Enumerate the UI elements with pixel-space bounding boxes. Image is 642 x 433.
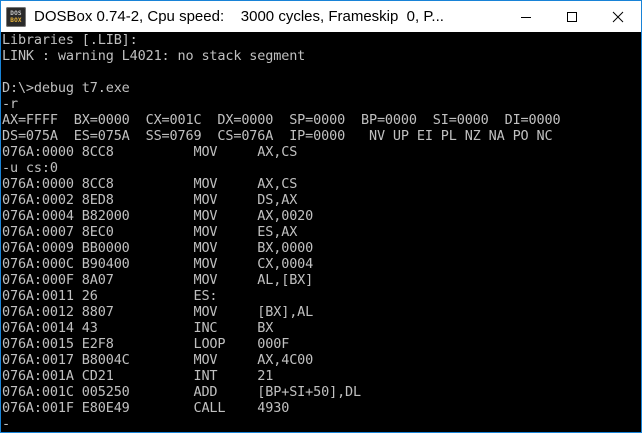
maximize-button[interactable] [549,1,595,32]
minimize-button[interactable] [503,1,549,32]
app-icon-text-bottom: BOX [10,16,22,24]
close-icon [612,11,624,22]
console-line: 076A:0015 E2F8 LOOP 000F [2,336,290,352]
console-line: - [2,416,10,432]
console-line: 076A:0007 8EC0 MOV ES,AX [2,224,298,240]
window-title: DOSBox 0.74-2, Cpu speed: 3000 cycles, F… [34,8,444,25]
dosbox-window: DOS BOX DOSBox 0.74-2, Cpu speed: 3000 c… [0,0,642,433]
console-line: -r [2,96,18,112]
console-line: 076A:0000 8CC8 MOV AX,CS [2,144,298,160]
console-line: -u cs:0 [2,160,58,176]
console-line: LINK : warning L4021: no stack segment [2,48,306,64]
console-line: 076A:000C B90400 MOV CX,0004 [2,256,314,272]
dos-console-screen[interactable]: Libraries [.LIB]: LINK : warning L4021: n… [1,32,641,432]
close-button[interactable] [595,1,641,32]
console-line: Libraries [.LIB]: [2,32,138,48]
app-icon-text-top: DOS [10,9,22,17]
console-line: 076A:001C 005250 ADD [BP+SI+50],DL [2,384,361,400]
maximize-icon [567,11,577,22]
console-line: 076A:000F 8A07 MOV AL,[BX] [2,272,314,288]
title-bar[interactable]: DOS BOX DOSBox 0.74-2, Cpu speed: 3000 c… [1,1,641,32]
dosbox-app-icon[interactable]: DOS BOX [6,6,26,27]
console-line: 076A:0014 43 INC BX [2,320,274,336]
console-line: 076A:001A CD21 INT 21 [2,368,274,384]
console-line: AX=FFFF BX=0000 CX=001C DX=0000 SP=0000 … [2,112,561,128]
console-line: 076A:0000 8CC8 MOV AX,CS [2,176,298,192]
console-line: 076A:001F E80E49 CALL 4930 [2,400,290,416]
console-output: Libraries [.LIB]: LINK : warning L4021: n… [2,32,561,432]
console-line: DS=075A ES=075A SS=0769 CS=076A IP=0000 … [2,128,553,144]
console-line: 076A:0011 26 ES: [2,288,218,304]
console-line: D:\>debug t7.exe [2,80,130,96]
minimize-icon [521,16,531,18]
console-line: 076A:0002 8ED8 MOV DS,AX [2,192,298,208]
console-line: 076A:0009 BB0000 MOV BX,0000 [2,240,314,256]
console-line: 076A:0004 B82000 MOV AX,0020 [2,208,314,224]
console-line: 076A:0017 B8004C MOV AX,4C00 [2,352,314,368]
console-line: 076A:0012 8807 MOV [BX],AL [2,304,314,320]
